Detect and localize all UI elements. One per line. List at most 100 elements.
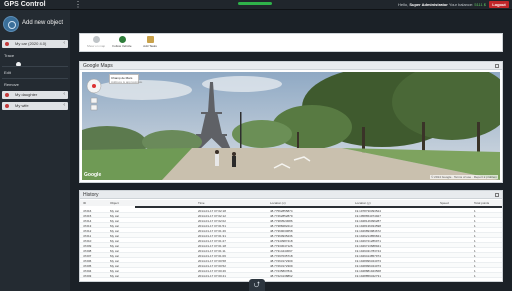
table-cell: 19.1949214856841: [355, 233, 381, 238]
table-cell: 47216: [83, 208, 92, 213]
trace-label: Trace: [4, 53, 15, 58]
status-indicator: [238, 2, 272, 5]
table-cell: My car: [110, 243, 119, 248]
column-header[interactable]: Object: [110, 201, 119, 205]
table-cell: My car: [110, 263, 119, 268]
table-cell: 1: [474, 233, 476, 238]
sidebar: Add new object My car (2020 4.0) ‹ Trace…: [0, 10, 70, 291]
tool-label: Follow Vehicle: [112, 44, 132, 48]
chevron-left-icon: ‹: [63, 40, 65, 46]
table-cell: 19.1949721286971: [355, 238, 381, 243]
table-cell: 2014-01-17 07:01:46: [198, 228, 226, 233]
column-header[interactable]: Speed: [440, 201, 449, 205]
table-cell: 19.1948146096287: [355, 218, 381, 223]
table-cell: 19.1948136034598: [355, 223, 381, 228]
table-cell: 1: [474, 263, 476, 268]
divider: [2, 66, 68, 67]
main-content: Show on map Follow Vehicle Add Tasks Goo…: [79, 30, 503, 282]
table-cell: 19.1949893984672: [355, 228, 381, 233]
panel-title: History: [83, 192, 99, 198]
table-body: 47216 My car 2014-01-17 07:02:18 48.7756285…: [80, 208, 502, 278]
sidebar-item-label: My daughter: [15, 92, 38, 97]
table-cell: 1: [474, 268, 476, 273]
google-maps-panel: Google Maps Champ de Mars Address is app…: [79, 61, 503, 183]
table-cell: 2014-01-17 07:02:02: [198, 218, 226, 223]
remove-link[interactable]: Remove: [4, 82, 19, 87]
table-cell: My car: [110, 213, 119, 218]
table-cell: My car: [110, 238, 119, 243]
location-subtitle: Address is approximate: [111, 80, 143, 84]
column-header[interactable]: Location (y): [355, 201, 371, 205]
table-cell: 47209: [83, 243, 92, 248]
sidebar-item-my-car[interactable]: My car (2020 4.0) ‹: [2, 40, 68, 48]
sidebar-item-label: My wife: [15, 103, 29, 108]
table-cell: 19.1949431783744: [355, 248, 381, 253]
table-row[interactable]: 47203 My car 2014-01-17 07:00:41 48.7722413…: [80, 273, 502, 278]
table-cell: 48.77462852879: [270, 213, 293, 218]
app-title: GPS Control: [4, 1, 46, 8]
column-header[interactable]: ID: [83, 201, 86, 205]
table-cell: 2014-01-17 07:01:06: [198, 253, 226, 258]
table-cell: 19.1948996344073: [355, 263, 381, 268]
table-cell: 48.77369030658: [270, 228, 293, 233]
add-object-icon: [3, 16, 19, 32]
table-cell: 1: [474, 213, 476, 218]
table-cell: 47203: [83, 273, 92, 278]
sidebar-item-my-daughter[interactable]: My daughter ‹: [2, 91, 68, 99]
user-info: Hello, Super Administrator Your balance:…: [398, 2, 486, 7]
table-cell: 2014-01-17 07:01:51: [198, 223, 226, 228]
balance-value: 5111 $: [474, 2, 486, 7]
maximize-icon[interactable]: [495, 193, 499, 197]
object-status-icon: [5, 42, 9, 46]
globe-icon: [118, 36, 126, 43]
table-cell: 2014-01-17 07:01:31: [198, 233, 226, 238]
table-cell: My car: [110, 253, 119, 258]
edit-link[interactable]: Edit: [4, 70, 11, 75]
follow-vehicle-button[interactable]: Follow Vehicle: [110, 36, 134, 51]
maximize-icon[interactable]: [495, 64, 499, 68]
table-cell: My car: [110, 268, 119, 273]
table-cell: 47211: [83, 233, 92, 238]
table-cell: 47208: [83, 248, 92, 253]
column-header[interactable]: Total points: [474, 201, 489, 205]
table-cell: 2014-01-17 07:01:18: [198, 243, 226, 248]
street-view-image[interactable]: Champ de Mars Address is approximate Goo…: [82, 72, 500, 180]
show-on-map-button[interactable]: Show on map: [84, 36, 108, 51]
add-tasks-button[interactable]: Add Tasks: [138, 36, 162, 51]
table-cell: 2014-01-17 07:01:11: [198, 248, 226, 253]
table-cell: 48.77562855874: [270, 208, 293, 213]
google-logo: Google: [84, 172, 102, 178]
sidebar-item-my-wife[interactable]: My wife ‹: [2, 102, 68, 110]
table-header: ID Object Time Location (x) Location (y)…: [80, 200, 502, 206]
table-cell: My car: [110, 223, 119, 228]
table-cell: 1: [474, 273, 476, 278]
map-copyright[interactable]: © 2014 Google · Terms of use · Report a …: [430, 175, 498, 179]
panel-header: History: [80, 191, 502, 199]
sidebar-item-label: My car (2020 4.0): [15, 41, 47, 46]
table-cell: 19.1958654074927: [355, 213, 381, 218]
tasks-icon: [146, 36, 154, 43]
column-header[interactable]: Location (x): [270, 201, 286, 205]
table-cell: 2014-01-17 07:00:46: [198, 268, 226, 273]
table-cell: 2014-01-17 07:01:27: [198, 238, 226, 243]
table-cell: 1: [474, 258, 476, 263]
table-cell: My car: [110, 273, 119, 278]
table-cell: My car: [110, 248, 119, 253]
add-object-button[interactable]: Add new object: [3, 14, 69, 34]
table-cell: 47213: [83, 223, 92, 228]
vertical-dots-icon[interactable]: ⋮: [74, 0, 82, 9]
table-cell: 47206: [83, 258, 92, 263]
divider: [2, 78, 68, 79]
collapse-arrow-icon[interactable]: ⮍: [249, 279, 265, 291]
logout-button[interactable]: Logout: [489, 1, 509, 8]
column-header[interactable]: Time: [198, 201, 205, 205]
table-cell: 19.1949414857974: [355, 253, 381, 258]
table-cell: 2014-01-17 07:02:18: [198, 208, 226, 213]
table-cell: 2014-01-17 07:00:52: [198, 263, 226, 268]
balance-label: Your balance:: [448, 2, 474, 7]
table-cell: My car: [110, 233, 119, 238]
object-status-icon: [5, 93, 9, 97]
map-pin-icon: [92, 36, 100, 43]
tool-label: Add Tasks: [143, 44, 157, 48]
user-greeting: Hello,: [397, 2, 409, 7]
